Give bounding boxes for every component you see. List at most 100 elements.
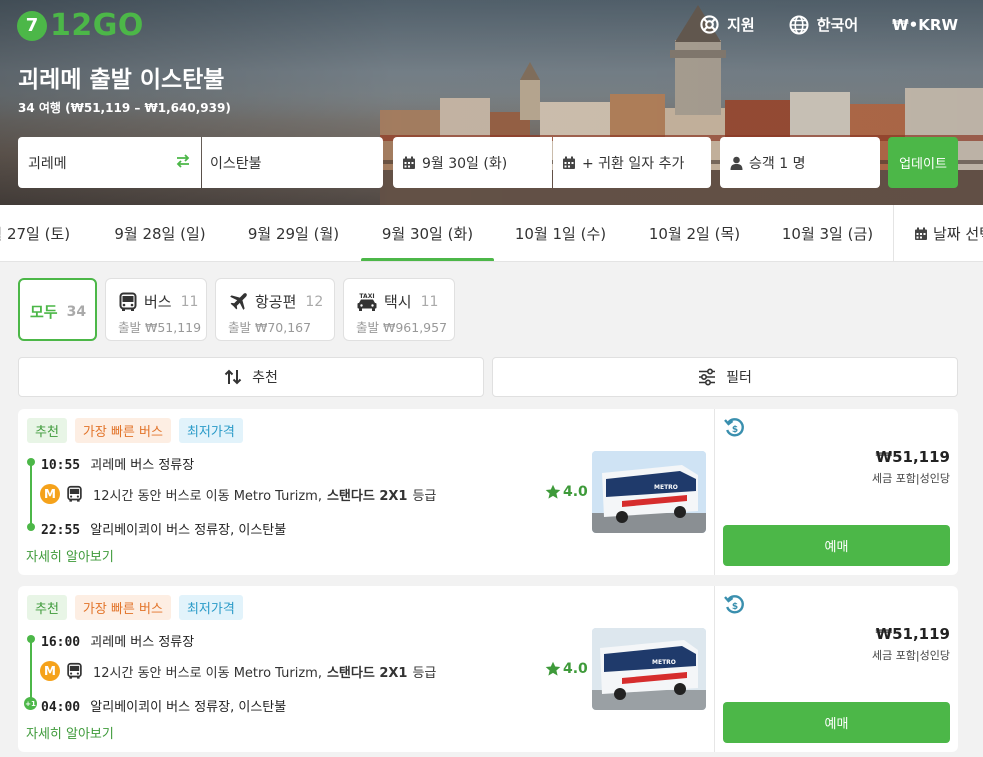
date-value: 9월 30일 (화) [422,155,508,172]
mode-bus-count: 11 [180,293,199,310]
bus-image: METRO [592,628,706,710]
swap-icon[interactable] [175,153,191,169]
date-tab[interactable]: 9월 28일 (일) [108,205,212,261]
date-strip: 9월 27일 (토) 9월 28일 (일) 9월 29일 (월) 9월 30일 … [0,205,983,262]
tag-recommended: 추천 [27,595,67,620]
arrival-row: 04:00 알리베이쾨이 버스 정류장, 이스탄불 [41,696,286,715]
departure-place: 괴레메 버스 정류장 [90,458,195,473]
price: ₩51,119 [875,448,950,466]
tag-fastest: 가장 빠른 버스 [74,418,171,443]
operator-logo: M [40,484,60,504]
passengers-field[interactable]: 승객 1 명 [720,137,880,188]
mode-taxi-price: 출발 ₩961,957 [356,320,448,335]
date-tab[interactable]: 10월 1일 (수) [508,205,613,261]
logo-mark: 7 [17,10,47,41]
book-button[interactable]: 예매 [723,525,950,566]
calendar-icon [563,156,575,169]
price-note: 세금 포함|성인당 [871,649,950,662]
trip-summary: 34 여행 (₩51,119 – ₩1,640,939) [18,101,231,115]
rating-value: 4.0 [563,661,588,677]
price-history-icon[interactable]: $ [724,417,746,439]
trip-text: 12시간 동안 버스로 이동 Metro Turizm, [93,665,322,681]
return-date-placeholder: + 귀환 일자 추가 [582,155,685,172]
mode-taxi-label: 택시 [384,293,412,311]
bus-photo[interactable]: METRO [592,628,706,710]
mode-flight-count: 12 [305,293,324,310]
filter-label: 필터 [726,370,752,386]
date-picker-button[interactable]: 날짜 선택 [914,205,983,261]
page-title: 괴레메 출발 이스탄불 [18,67,225,93]
to-value: 이스탄불 [210,155,262,172]
globe-icon [789,15,809,34]
sort-label: 추천 [252,370,278,386]
update-button[interactable]: 업데이트 [888,137,958,188]
result-tags: 추천 가장 빠른 버스 최저가격 [27,418,251,443]
departure-row: 10:55 괴레메 버스 정류장 [41,454,194,473]
seat-class: 스탠다드 2X1 [326,665,408,681]
filter-button[interactable]: 필터 [492,357,958,397]
mode-filter-flight[interactable]: 항공편 12 출발 ₩70,167 [215,278,335,341]
result-tags: 추천 가장 빠른 버스 최저가격 [27,595,251,620]
mode-bus-price: 출발 ₩51,119 [118,320,202,335]
support-link[interactable]: 지원 [700,14,755,35]
date-tab[interactable]: 10월 2일 (목) [642,205,747,261]
seat-class: 스탠다드 2X1 [326,488,408,504]
airplane-icon [230,293,247,310]
result-card[interactable]: 추천 가장 빠른 버스 최저가격 +1 16:00 괴레메 버스 정류장 M 1… [18,586,958,752]
timeline-end-dot [27,523,35,531]
operator-rating: 4.0 [545,661,588,677]
book-button[interactable]: 예매 [723,702,950,743]
price: ₩51,119 [875,625,950,643]
site-logo[interactable]: 7 12GO [17,8,144,43]
result-card[interactable]: 추천 가장 빠른 버스 최저가격 10:55 괴레메 버스 정류장 M 12시간… [18,409,958,575]
bus-icon [67,662,82,679]
date-tab[interactable]: 9월 29일 (월) [241,205,346,261]
bus-icon [119,292,137,311]
logo-text: 12GO [50,8,144,43]
trip-text: 12시간 동안 버스로 이동 Metro Turizm, [93,488,322,504]
timeline-line [30,638,32,704]
passengers-value: 승객 1 명 [749,155,806,172]
arrival-time: 04:00 [41,700,81,715]
departure-place: 괴레메 버스 정류장 [90,635,195,650]
mode-filter-all[interactable]: 모두 34 [18,278,97,341]
currency-selector[interactable]: ₩•KRW [892,16,958,34]
mode-filter-bus[interactable]: 버스 11 출발 ₩51,119 [105,278,207,341]
bus-icon [67,485,82,502]
timeline-start-dot [27,635,35,643]
trip-info-row: M 12시간 동안 버스로 이동 Metro Turizm, 스탠다드 2X1 … [40,661,436,681]
date-tab[interactable]: 9월 27일 (토) [0,205,77,261]
details-link[interactable]: 자세히 알아보기 [26,546,114,565]
support-label: 지원 [727,16,755,34]
language-selector[interactable]: 한국어 [789,14,858,35]
mode-flight-label: 항공편 [255,293,297,311]
taxi-icon: TAXI [357,293,377,311]
from-field[interactable]: 괴레메 [18,137,201,188]
svg-text:TAXI: TAXI [359,293,374,300]
date-tab[interactable]: 10월 3일 (금) [775,205,880,261]
to-field[interactable]: 이스탄불 [202,137,383,188]
timeline-start-dot [27,458,35,466]
mode-taxi-count: 11 [420,293,439,310]
return-date-field[interactable]: + 귀환 일자 추가 [553,137,711,188]
date-strip-divider [893,205,894,261]
seat-class-suffix: 등급 [412,665,437,681]
card-divider [714,409,715,575]
sort-icon [224,369,242,385]
star-icon [545,484,561,499]
details-link[interactable]: 자세히 알아보기 [26,723,114,742]
bus-photo[interactable]: METRO [592,451,706,533]
price-note: 세금 포함|성인당 [871,472,950,485]
date-field[interactable]: 9월 30일 (화) [393,137,552,188]
next-day-badge: +1 [24,697,37,710]
mode-filter-taxi[interactable]: TAXI 택시 11 출발 ₩961,957 [343,278,455,341]
mode-flight-price: 출발 ₩70,167 [228,320,312,335]
sort-button[interactable]: 추천 [18,357,484,397]
date-tab-selected[interactable]: 9월 30일 (화) [361,205,494,261]
departure-time: 10:55 [41,458,81,473]
departure-time: 16:00 [41,635,81,650]
price-history-icon[interactable]: $ [724,594,746,616]
mode-all-count: 34 [66,303,87,320]
svg-text:$: $ [732,425,738,435]
svg-text:METRO: METRO [654,484,678,491]
